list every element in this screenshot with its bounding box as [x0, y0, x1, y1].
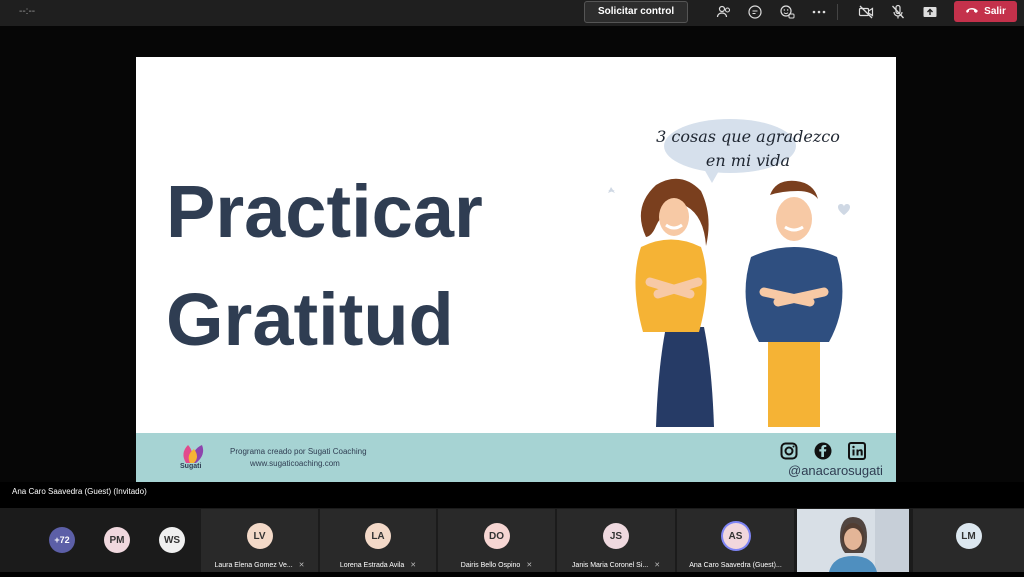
participant-tile[interactable]: DO Dairis Bello Ospino ✕ — [438, 509, 555, 572]
share-icon[interactable] — [921, 4, 939, 20]
presentation-slide: Practicar Gratitud 3 cosas que agradezco… — [136, 57, 896, 482]
bubble-line2: en mi vida — [705, 151, 791, 170]
linkedin-icon — [847, 441, 867, 461]
slide-title-line2: Gratitud — [166, 278, 454, 361]
avatar: JS — [603, 523, 629, 549]
participant-tile-speaking[interactable]: AS Ana Caro Saavedra (Guest)... — [677, 509, 794, 572]
woman-face — [659, 198, 689, 236]
heart-icon — [838, 204, 850, 215]
man-hair — [770, 180, 818, 199]
people-icon[interactable] — [715, 4, 733, 20]
woman-skirt — [656, 327, 714, 427]
participant-tile[interactable]: JS Janis Maria Coronel Si... ✕ — [557, 509, 675, 572]
avatar: AS — [722, 523, 749, 549]
avatar-pm[interactable]: PM — [104, 527, 130, 553]
participant-name: Ana Caro Saavedra (Guest)... — [689, 562, 782, 569]
participant-name: Janis Maria Coronel Si... — [571, 562, 649, 569]
participant-name: Dairis Bello Ospino — [460, 562, 521, 569]
logo-text: Sugati — [180, 463, 202, 470]
presenter-name-label: Ana Caro Saavedra (Guest) (Invitado) — [12, 487, 147, 496]
participant-name: Lorena Estrada Avila — [339, 562, 405, 569]
avatar-ws[interactable]: WS — [159, 527, 185, 553]
avatar: DO — [483, 523, 510, 549]
participant-tile[interactable]: LM — [913, 509, 1024, 572]
gratitude-illustration — [608, 178, 850, 427]
slide-footer: Sugati Programa creado por Sugati Coachi… — [136, 433, 896, 482]
avatar: LV — [246, 523, 273, 549]
camera-off-icon[interactable] — [857, 4, 875, 20]
star-icon — [608, 187, 615, 193]
participant-tile[interactable]: LV Laura Elena Gomez Ve... ✕ — [201, 509, 318, 572]
avatar: LM — [955, 523, 982, 549]
social-handle: @anacarosugati — [788, 463, 883, 478]
bubble-line1: 3 cosas que agradezco — [656, 127, 840, 146]
man-face — [776, 197, 812, 241]
more-icon[interactable] — [810, 4, 828, 20]
request-control-button[interactable]: Solicitar control — [584, 1, 689, 23]
speech-bubble-text: 3 cosas que agradezco en mi vida — [648, 125, 848, 173]
meeting-timer: --:-- — [19, 6, 36, 17]
participant-tile[interactable]: LA Lorena Estrada Avila ✕ — [320, 509, 436, 572]
mic-off-icon[interactable] — [889, 4, 907, 20]
phone-icon — [965, 5, 979, 18]
toolbar-divider — [837, 4, 838, 20]
video-feed — [797, 509, 909, 572]
mic-off-icon: ✕ — [410, 562, 417, 569]
social-icons — [779, 441, 867, 461]
mic-off-icon: ✕ — [526, 562, 533, 569]
avatar: LA — [365, 523, 391, 549]
facebook-icon — [813, 441, 833, 461]
slide-title-line1: Practicar — [166, 170, 483, 253]
leave-label: Salir — [984, 6, 1006, 17]
website-link: www.sugaticoaching.com — [250, 459, 340, 468]
leave-button[interactable]: Salir — [954, 1, 1017, 22]
program-credit: Programa creado por Sugati Coaching — [230, 447, 367, 456]
instagram-icon — [779, 441, 799, 461]
man-pants — [768, 337, 820, 427]
overflow-participants-button[interactable]: +72 — [49, 527, 75, 553]
mic-off-icon: ✕ — [654, 562, 661, 569]
self-video-tile[interactable] — [797, 509, 909, 572]
meeting-toolbar: --:-- Solicitar control Salir — [0, 0, 1024, 26]
mic-off-icon: ✕ — [298, 562, 305, 569]
chat-icon[interactable] — [746, 4, 764, 20]
participant-name: Laura Elena Gomez Ve... — [214, 562, 293, 569]
reactions-icon[interactable] — [778, 4, 796, 20]
